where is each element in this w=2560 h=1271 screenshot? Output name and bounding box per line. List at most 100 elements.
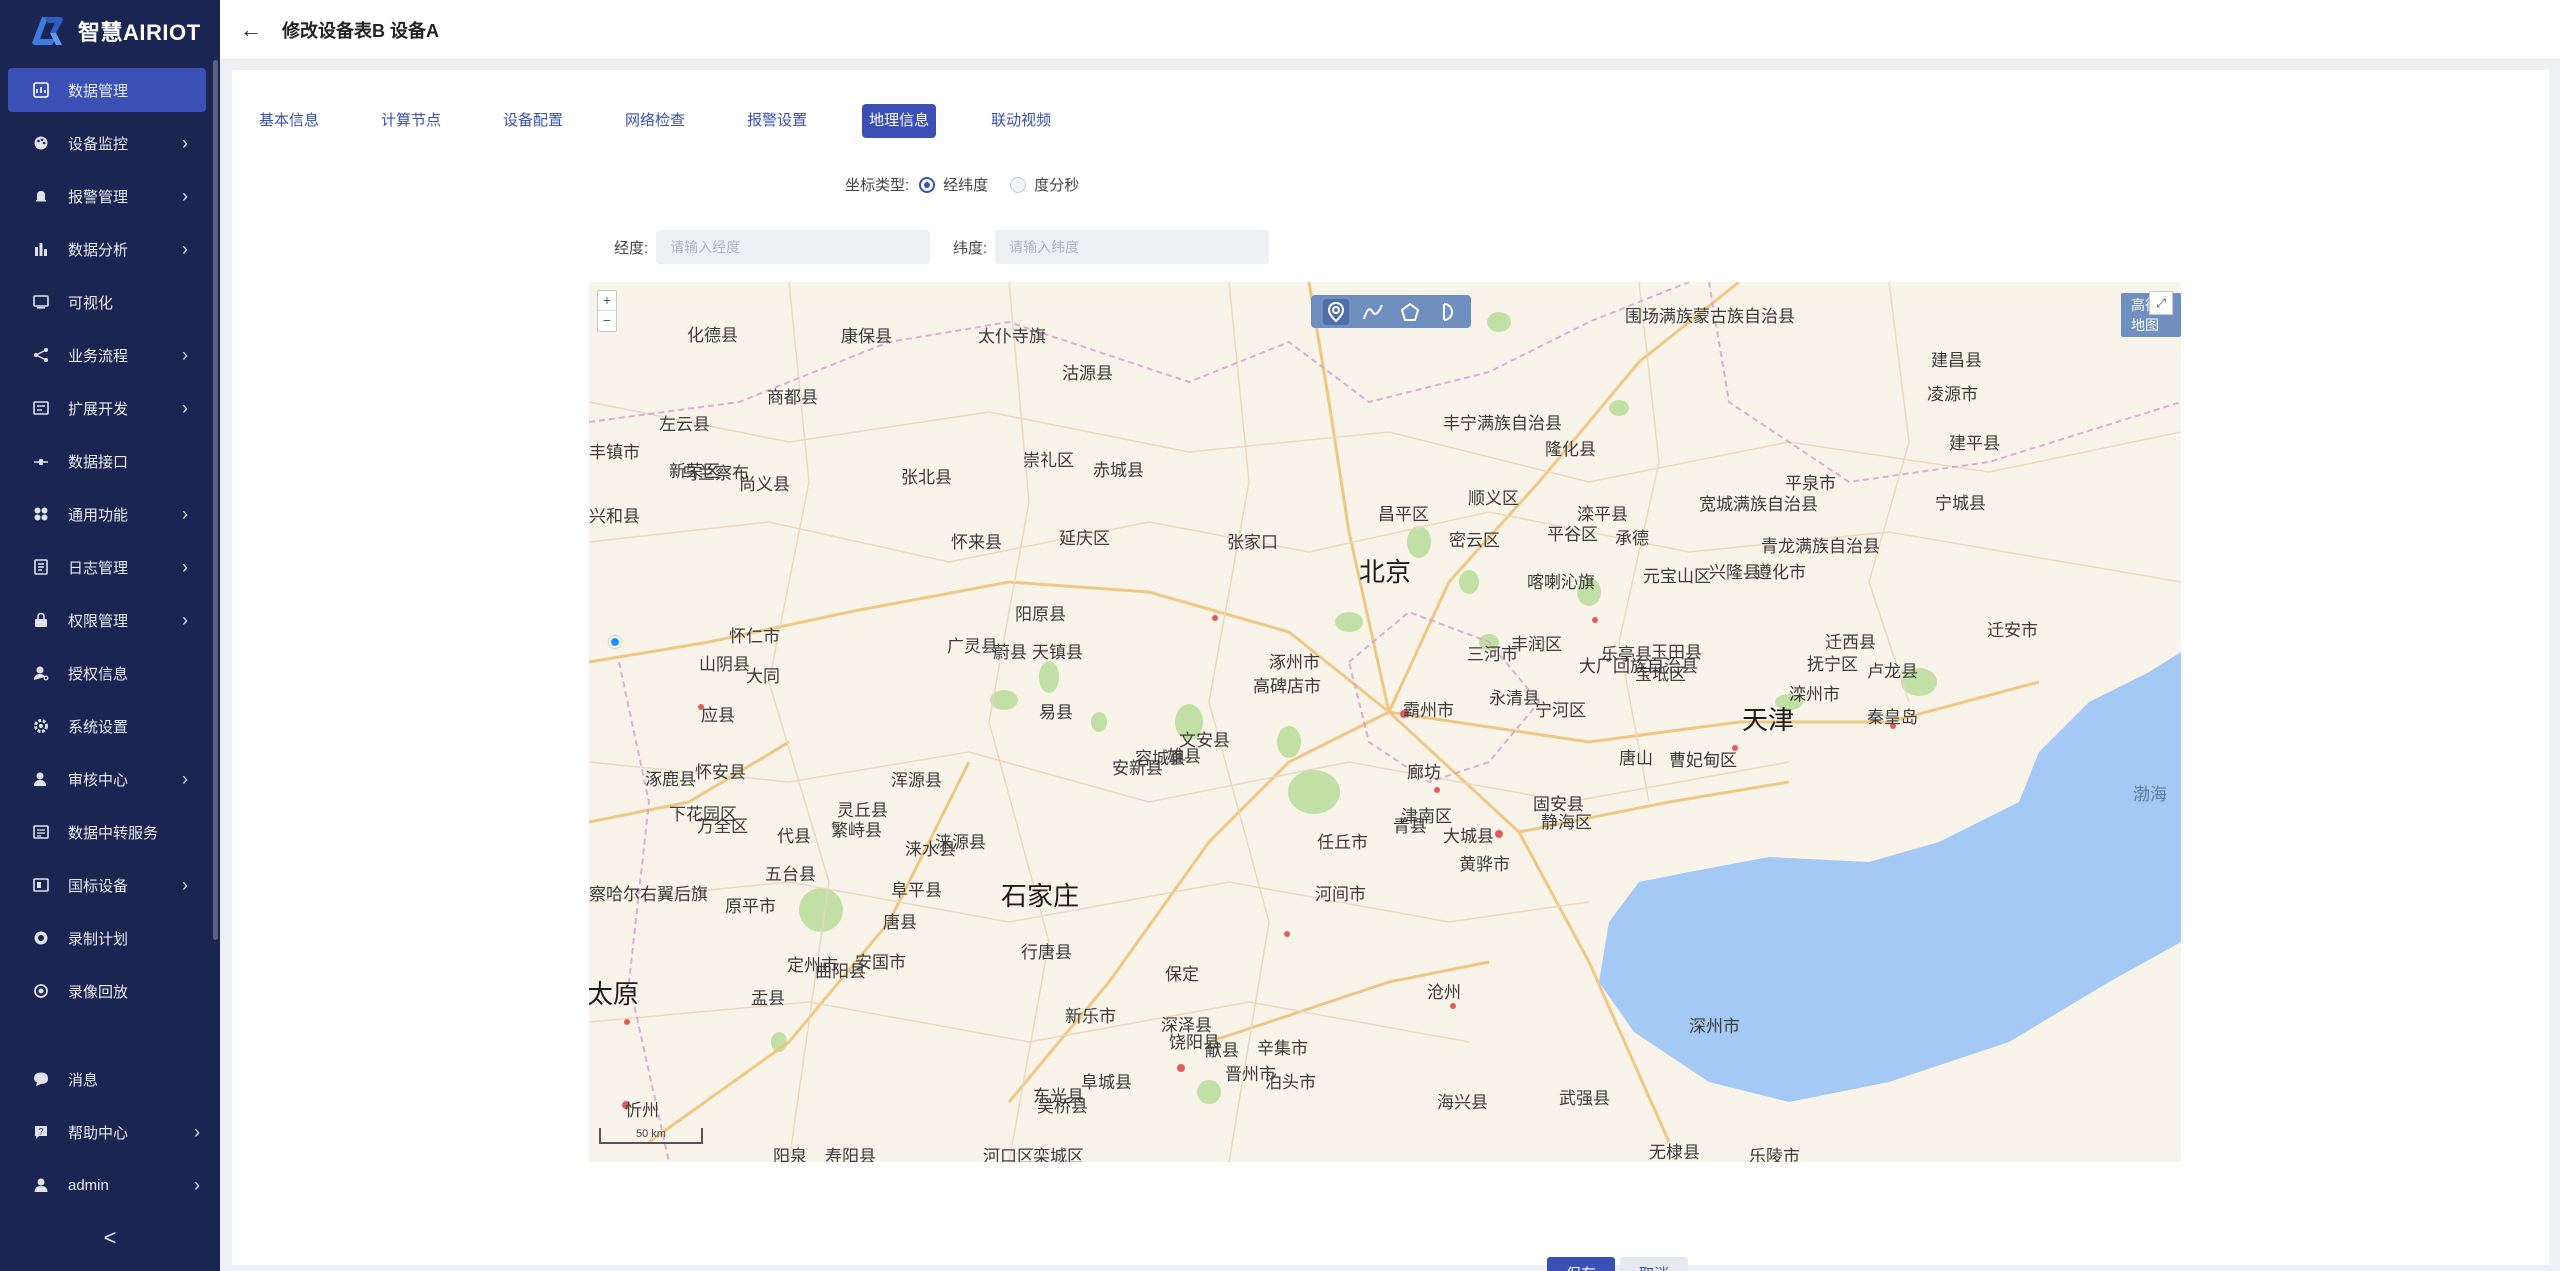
zoom-out-button[interactable]: − xyxy=(598,311,616,331)
map-place-label: 建平县 xyxy=(1949,434,2000,453)
map-place-label: 任丘市 xyxy=(1317,833,1368,852)
sidebar-item-label: 录制计划 xyxy=(68,930,129,948)
longitude-input[interactable] xyxy=(656,230,931,264)
chevron-right-icon: › xyxy=(182,769,188,789)
chevron-right-icon: › xyxy=(182,133,188,153)
sidebar-item-13[interactable]: 系统设置 xyxy=(8,704,206,748)
logo[interactable]: 智慧AIRIOT xyxy=(0,0,220,62)
sidebar-item-3[interactable]: 报警管理 › xyxy=(8,174,206,218)
map-place-label: 左云县 xyxy=(659,415,710,434)
chevron-right-icon: › xyxy=(182,610,188,630)
sidebar-scrollbar[interactable] xyxy=(213,60,218,940)
tab-3[interactable]: 设备配置 xyxy=(496,104,570,138)
radio-dot[interactable] xyxy=(919,176,936,193)
map-place-label: 丰润区 xyxy=(1511,635,1562,654)
map-place-label: 廊坊 xyxy=(1407,763,1441,782)
sidebar-item-15[interactable]: 数据中转服务 xyxy=(8,810,206,854)
map-place-label: 青县 xyxy=(1393,817,1427,836)
map-view[interactable]: 北京 天津 石家庄 太原 张家口 承德 唐山 秦皇岛 廊坊 保定 沧州 大同 忻州 乌兰察布 围场满族蒙古族… xyxy=(589,282,2181,1162)
cancel-button[interactable]: 取消 xyxy=(1620,1257,1689,1271)
marker-tool-icon[interactable] xyxy=(1322,298,1349,325)
tab-7[interactable]: 联动视频 xyxy=(984,104,1058,138)
sidebar-bottom-item-2[interactable]: ? 帮助中心 › xyxy=(0,1110,220,1154)
collapse-sidebar-button[interactable]: < xyxy=(0,1225,220,1251)
sidebar-item-6[interactable]: 业务流程 › xyxy=(8,333,206,377)
sidebar-item-11[interactable]: 权限管理 › xyxy=(8,598,206,642)
sidebar-item-17[interactable]: 录制计划 xyxy=(8,916,206,960)
map-place-label: 丰镇市 xyxy=(589,443,640,462)
chevron-right-icon: › xyxy=(182,239,188,259)
map-place-label: 太原 xyxy=(589,979,640,1009)
chevron-right-icon: › xyxy=(182,398,188,418)
map-place-label: 唐山 xyxy=(1619,749,1653,768)
map-place-label: 行唐县 xyxy=(1021,943,1072,962)
help-icon: ? xyxy=(32,1123,50,1141)
tab-4[interactable]: 网络检查 xyxy=(618,104,692,138)
sidebar-item-label: 业务流程 xyxy=(68,347,129,365)
map-place-label: 灵丘县 xyxy=(837,801,888,820)
chevron-right-icon: › xyxy=(182,186,188,206)
sidebar-item-2[interactable]: 设备监控 › xyxy=(8,121,206,165)
gear-icon xyxy=(32,717,50,735)
map-place-label: 石家庄 xyxy=(1001,881,1080,911)
location-marker[interactable] xyxy=(609,636,621,648)
map-place-label: 安国市 xyxy=(855,953,906,972)
map-place-label: 迁安市 xyxy=(1987,621,2038,640)
map-place-label: 三河市 xyxy=(1467,645,1518,664)
monitor-icon xyxy=(32,293,50,311)
message-icon xyxy=(32,1070,50,1088)
zoom-in-button[interactable]: + xyxy=(598,291,616,311)
sidebar-item-12[interactable]: 授权信息 xyxy=(8,651,206,695)
svg-text:?: ? xyxy=(38,1127,43,1137)
radio-dms[interactable]: 度分秒 xyxy=(1010,174,1079,195)
map-place-label: 密云区 xyxy=(1449,531,1500,550)
map-place-label: 寿阳县 xyxy=(825,1147,876,1162)
tab-1[interactable]: 基本信息 xyxy=(252,104,326,138)
sidebar-item-14[interactable]: 审核中心 › xyxy=(8,757,206,801)
map-place-label: 安新县 xyxy=(1112,759,1163,778)
save-button[interactable]: 保存 xyxy=(1547,1257,1616,1271)
sidebar-bottom-label: 帮助中心 xyxy=(68,1124,129,1142)
user-key-icon xyxy=(32,664,50,682)
sidebar-item-label: 通用功能 xyxy=(68,506,129,524)
sidebar-item-18[interactable]: 录像回放 xyxy=(8,969,206,1013)
map-place-label: 太仆寺旗 xyxy=(978,327,1046,346)
map-place-label: 宁河区 xyxy=(1535,701,1586,720)
polyline-tool-icon[interactable] xyxy=(1360,299,1386,325)
sidebar-item-10[interactable]: 日志管理 › xyxy=(8,545,206,589)
sidebar-item-label: 可视化 xyxy=(68,294,114,312)
back-arrow-icon[interactable]: ← xyxy=(240,17,262,43)
sidebar-item-1[interactable]: 数据管理 xyxy=(8,68,206,112)
map-place-label: 阜平县 xyxy=(891,881,942,900)
map-place-label: 青龙满族自治县 xyxy=(1761,537,1880,556)
circle-tool-icon[interactable] xyxy=(1434,299,1460,325)
bar-chart-icon xyxy=(32,240,50,258)
map-place-label: 阳泉 xyxy=(773,1147,807,1162)
latitude-input[interactable] xyxy=(995,230,1270,264)
chevron-right-icon: › xyxy=(194,1175,200,1195)
code-icon xyxy=(32,399,50,417)
tab-2[interactable]: 计算节点 xyxy=(374,104,448,138)
tab-6[interactable]: 地理信息 xyxy=(862,104,937,138)
tab-5[interactable]: 报警设置 xyxy=(740,104,814,138)
record-icon xyxy=(32,929,50,947)
sidebar-item-label: 日志管理 xyxy=(68,559,129,577)
sidebar-item-9[interactable]: 通用功能 › xyxy=(8,492,206,536)
fullscreen-icon[interactable]: ⤢ xyxy=(2149,291,2173,315)
draw-toolbar xyxy=(1311,295,1471,328)
sidebar-item-4[interactable]: 数据分析 › xyxy=(8,227,206,271)
sidebar-item-8[interactable]: 数据接口 xyxy=(8,439,206,483)
sidebar-item-16[interactable]: 国标设备 › xyxy=(8,863,206,907)
airiot-logo-icon xyxy=(32,17,63,45)
map-place-label: 康保县 xyxy=(841,327,892,346)
sidebar-bottom-item-3[interactable]: admin › xyxy=(0,1163,220,1207)
sidebar-item-7[interactable]: 扩展开发 › xyxy=(8,386,206,430)
map-place-label: 五台县 xyxy=(765,865,816,884)
sidebar-item-5[interactable]: 可视化 xyxy=(8,280,206,324)
radio-lnglat[interactable]: 经纬度 xyxy=(919,174,988,195)
sidebar-bottom-item-1[interactable]: 消息 xyxy=(0,1057,220,1101)
radio-dot[interactable] xyxy=(1010,176,1027,193)
map-place-label: 永清县 xyxy=(1489,689,1540,708)
palette-icon xyxy=(32,134,50,152)
polygon-tool-icon[interactable] xyxy=(1397,299,1423,325)
